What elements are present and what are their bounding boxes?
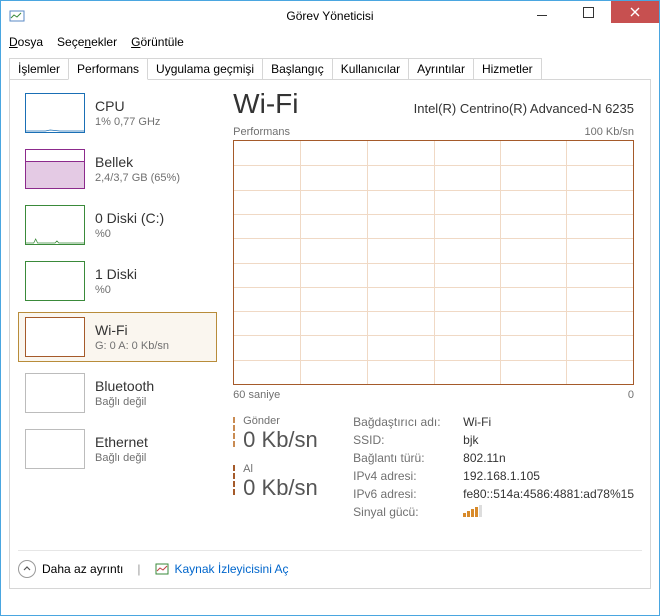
sidebar-wifi-title: Wi-Fi bbox=[95, 322, 169, 338]
menu-file[interactable]: Dosya bbox=[9, 35, 43, 49]
prop-conn-v: 802.11n bbox=[463, 451, 506, 469]
prop-ssid-k: SSID: bbox=[353, 433, 463, 451]
bluetooth-thumb-icon bbox=[25, 373, 85, 413]
title-bar: Görev Yöneticisi bbox=[1, 1, 659, 31]
sidebar-disk0-title: 0 Diski (C:) bbox=[95, 210, 164, 226]
sidebar-item-disk0[interactable]: 0 Diski (C:) %0 bbox=[18, 200, 217, 250]
send-rate-value: 0 Kb/sn bbox=[233, 427, 353, 453]
prop-ipv4-v: 192.168.1.105 bbox=[463, 469, 540, 487]
sidebar-item-bluetooth[interactable]: Bluetooth Bağlı değil bbox=[18, 368, 217, 418]
recv-rate-value: 0 Kb/sn bbox=[233, 475, 353, 501]
recv-rate-label: Al bbox=[233, 463, 353, 475]
properties-list: Bağdaştırıcı adı:Wi-Fi SSID:bjk Bağlantı… bbox=[353, 415, 634, 523]
prop-ssid-v: bjk bbox=[463, 433, 478, 451]
sidebar-item-wifi[interactable]: Wi-Fi G: 0 A: 0 Kb/sn bbox=[18, 312, 217, 362]
prop-ipv6-v: fe80::514a:4586:4881:ad78%15 bbox=[463, 487, 634, 505]
memory-thumb-icon bbox=[25, 149, 85, 189]
sidebar: CPU 1% 0,77 GHz Bellek 2,4/3,7 GB (65%) … bbox=[18, 88, 217, 580]
tab-users[interactable]: Kullanıcılar bbox=[332, 58, 409, 80]
sidebar-item-disk1[interactable]: 1 Diski %0 bbox=[18, 256, 217, 306]
fewer-details-label: Daha az ayrıntı bbox=[42, 562, 123, 576]
close-button[interactable] bbox=[611, 1, 659, 23]
sidebar-mem-sub: 2,4/3,7 GB (65%) bbox=[95, 172, 180, 184]
menu-view[interactable]: Görüntüle bbox=[131, 35, 184, 49]
minimize-button[interactable] bbox=[519, 1, 565, 23]
resource-monitor-icon bbox=[155, 562, 169, 576]
tab-bar: İşlemler Performans Uygulama geçmişi Baş… bbox=[1, 53, 659, 79]
performance-panel: CPU 1% 0,77 GHz Bellek 2,4/3,7 GB (65%) … bbox=[9, 79, 651, 589]
page-title: Wi-Fi bbox=[233, 88, 298, 120]
wifi-thumb-icon bbox=[25, 317, 85, 357]
prop-signal-k: Sinyal gücü: bbox=[353, 505, 463, 523]
prop-ipv4-k: IPv4 adresi: bbox=[353, 469, 463, 487]
main-pane: Wi-Fi Intel(R) Centrino(R) Advanced-N 62… bbox=[217, 88, 642, 580]
sidebar-disk0-sub: %0 bbox=[95, 228, 164, 240]
window-controls bbox=[519, 1, 659, 23]
sidebar-cpu-sub: 1% 0,77 GHz bbox=[95, 116, 160, 128]
sidebar-disk1-title: 1 Diski bbox=[95, 266, 137, 282]
app-icon bbox=[9, 8, 25, 24]
sidebar-item-memory[interactable]: Bellek 2,4/3,7 GB (65%) bbox=[18, 144, 217, 194]
sidebar-eth-title: Ethernet bbox=[95, 434, 148, 450]
tab-services[interactable]: Hizmetler bbox=[473, 58, 542, 80]
tab-startup[interactable]: Başlangıç bbox=[262, 58, 333, 80]
prop-adapter-v: Wi-Fi bbox=[463, 415, 491, 433]
prop-adapter-k: Bağdaştırıcı adı: bbox=[353, 415, 463, 433]
disk1-thumb-icon bbox=[25, 261, 85, 301]
open-resource-monitor-link[interactable]: Kaynak İzleyicisini Aç bbox=[155, 562, 289, 576]
send-rate-block: Gönder 0 Kb/sn bbox=[233, 415, 353, 453]
menu-bar: Dosya Seçenekler Görüntüle bbox=[1, 31, 659, 53]
sidebar-disk1-sub: %0 bbox=[95, 284, 137, 296]
tab-performance[interactable]: Performans bbox=[68, 58, 148, 80]
adapter-name: Intel(R) Centrino(R) Advanced-N 6235 bbox=[414, 101, 634, 116]
footer-divider: | bbox=[137, 562, 140, 576]
chart-label-bottom-right: 0 bbox=[628, 389, 634, 401]
recv-rate-block: Al 0 Kb/sn bbox=[233, 463, 353, 501]
maximize-button[interactable] bbox=[565, 1, 611, 23]
chart-label-top-right: 100 Kb/sn bbox=[584, 126, 634, 138]
sidebar-bt-title: Bluetooth bbox=[95, 378, 154, 394]
sidebar-mem-title: Bellek bbox=[95, 154, 180, 170]
sidebar-item-cpu[interactable]: CPU 1% 0,77 GHz bbox=[18, 88, 217, 138]
sidebar-bt-sub: Bağlı değil bbox=[95, 396, 154, 408]
tab-processes[interactable]: İşlemler bbox=[9, 58, 69, 80]
prop-ipv6-k: IPv6 adresi: bbox=[353, 487, 463, 505]
send-rate-label: Gönder bbox=[233, 415, 353, 427]
footer-bar: Daha az ayrıntı | Kaynak İzleyicisini Aç bbox=[18, 550, 642, 580]
resmon-label: Kaynak İzleyicisini Aç bbox=[175, 562, 289, 576]
sidebar-cpu-title: CPU bbox=[95, 98, 160, 114]
cpu-thumb-icon bbox=[25, 93, 85, 133]
fewer-details-button[interactable]: Daha az ayrıntı bbox=[18, 560, 123, 578]
menu-options[interactable]: Seçenekler bbox=[57, 35, 117, 49]
sidebar-eth-sub: Bağlı değil bbox=[95, 452, 148, 464]
tab-app-history[interactable]: Uygulama geçmişi bbox=[147, 58, 263, 80]
window-title: Görev Yöneticisi bbox=[286, 9, 373, 23]
chart-label-bottom-left: 60 saniye bbox=[233, 389, 280, 401]
sidebar-wifi-sub: G: 0 A: 0 Kb/sn bbox=[95, 340, 169, 352]
sidebar-item-ethernet[interactable]: Ethernet Bağlı değil bbox=[18, 424, 217, 474]
chevron-up-icon bbox=[18, 560, 36, 578]
disk0-thumb-icon bbox=[25, 205, 85, 245]
throughput-chart bbox=[233, 140, 634, 385]
ethernet-thumb-icon bbox=[25, 429, 85, 469]
tab-details[interactable]: Ayrıntılar bbox=[408, 58, 474, 80]
prop-conn-k: Bağlantı türü: bbox=[353, 451, 463, 469]
chart-label-top-left: Performans bbox=[233, 126, 290, 138]
signal-strength-icon bbox=[463, 505, 482, 517]
